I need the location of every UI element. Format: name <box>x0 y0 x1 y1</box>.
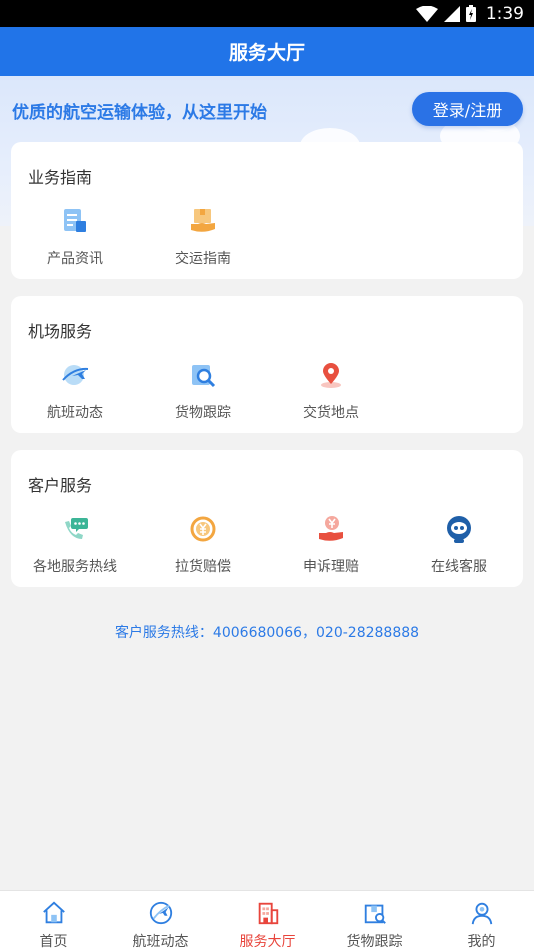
cargo-tracking-icon <box>192 365 216 388</box>
tab-flight-status[interactable]: 航班动态 <box>107 891 214 950</box>
tab-label: 航班动态 <box>132 934 189 950</box>
product-info-icon <box>64 209 86 232</box>
battery-icon <box>465 5 476 22</box>
tab-label: 首页 <box>39 934 68 950</box>
building-icon <box>258 902 278 925</box>
yen-coin-icon <box>190 516 216 542</box>
item-claim-appeal[interactable]: 申诉理赔 <box>267 514 395 576</box>
login-register-button[interactable]: 登录/注册 <box>412 92 523 126</box>
section-customer-service: 客户服务 各地服务热线 拉货赔偿 申诉理赔 在线客服 <box>11 450 523 587</box>
flight-status-icon <box>62 365 89 385</box>
section-title: 业务指南 <box>28 168 93 187</box>
tab-label: 货物跟踪 <box>346 934 403 950</box>
item-label: 在线客服 <box>431 559 487 575</box>
hand-yen-icon <box>319 516 343 541</box>
item-label: 产品资讯 <box>47 251 103 267</box>
section-title: 机场服务 <box>28 322 93 341</box>
section-airport-service: 机场服务 航班动态 货物跟踪 交货地点 <box>11 296 523 433</box>
location-pin-icon <box>321 363 341 388</box>
item-label: 各地服务热线 <box>33 559 117 575</box>
item-product-info[interactable]: 产品资讯 <box>11 206 139 268</box>
item-label: 交货地点 <box>303 405 359 421</box>
section-title: 客户服务 <box>28 476 93 495</box>
tab-service-hall[interactable]: 服务大厅 <box>214 891 321 950</box>
tab-label: 服务大厅 <box>239 934 296 950</box>
item-label: 交运指南 <box>175 251 231 267</box>
item-cargo-tracking[interactable]: 货物跟踪 <box>139 360 267 422</box>
wifi-icon <box>415 5 438 22</box>
item-delivery-location[interactable]: 交货地点 <box>267 360 395 422</box>
item-label: 航班动态 <box>47 405 103 421</box>
status-bar: 1:39 <box>0 0 534 27</box>
status-time: 1:39 <box>485 3 524 24</box>
signal-icon <box>443 5 460 22</box>
tab-cargo-tracking[interactable]: 货物跟踪 <box>321 891 428 950</box>
shipping-guide-icon <box>191 209 215 232</box>
item-label: 申诉理赔 <box>303 559 359 575</box>
package-icon <box>364 904 386 924</box>
item-cargo-compensation[interactable]: 拉货赔偿 <box>139 514 267 576</box>
item-label: 拉货赔偿 <box>175 559 231 575</box>
tab-label: 我的 <box>467 934 496 950</box>
tab-home[interactable]: 首页 <box>0 891 107 950</box>
item-online-service[interactable]: 在线客服 <box>395 514 523 576</box>
customer-hotline-text: 客户服务热线：4006680066，020-28288888 <box>114 625 420 641</box>
globe-plane-icon <box>149 901 172 925</box>
item-label: 货物跟踪 <box>175 405 231 421</box>
item-shipping-guide[interactable]: 交运指南 <box>139 206 267 268</box>
user-icon <box>471 902 492 925</box>
phone-chat-icon <box>65 518 88 539</box>
tab-mine[interactable]: 我的 <box>428 891 534 950</box>
app-header: 服务大厅 <box>0 27 534 76</box>
page-title: 服务大厅 <box>228 42 305 64</box>
section-business-guide: 业务指南 产品资讯 交运指南 <box>11 142 523 279</box>
item-service-hotline[interactable]: 各地服务热线 <box>11 514 139 576</box>
bottom-tab-bar: 首页 航班动态 服务大厅 货物跟踪 我的 <box>0 890 534 950</box>
item-flight-status[interactable]: 航班动态 <box>11 360 139 422</box>
home-icon <box>42 901 65 924</box>
banner-slogan: 优质的航空运输体验，从这里开始 <box>12 103 267 123</box>
robot-service-icon <box>447 516 471 543</box>
